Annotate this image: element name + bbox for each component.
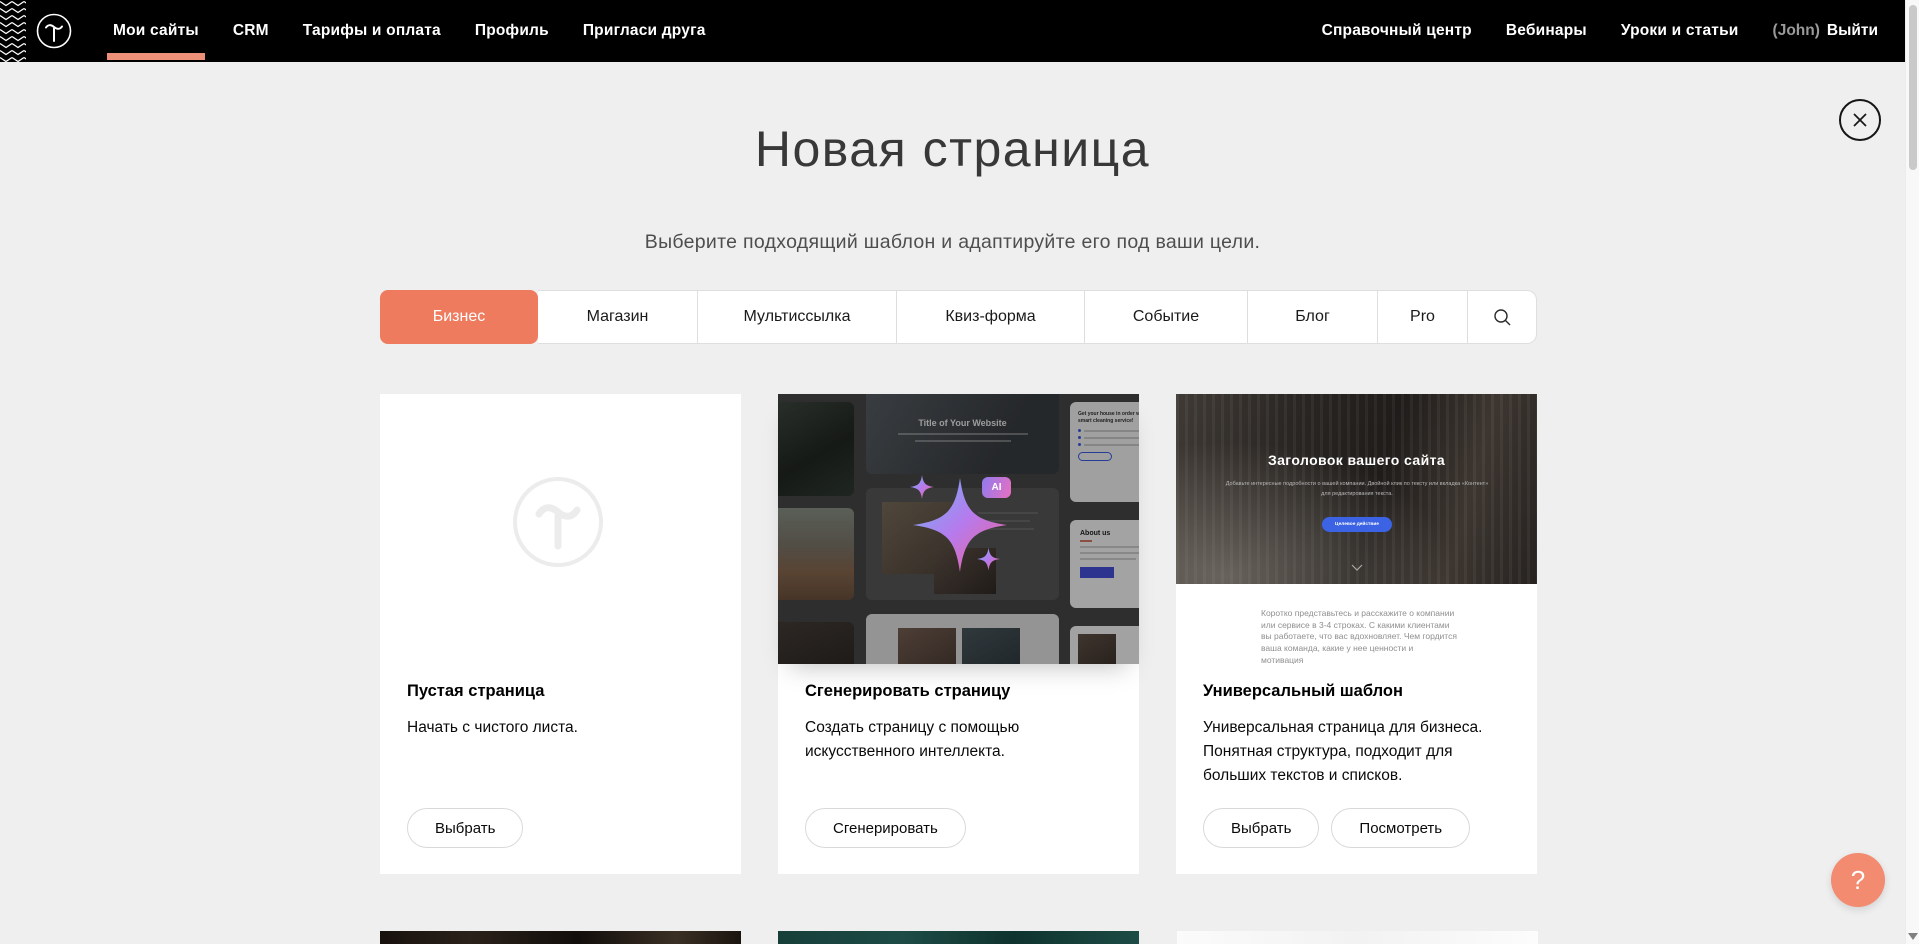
tab-pro[interactable]: Pro <box>1378 290 1468 344</box>
logout-label: Выйти <box>1827 22 1878 40</box>
card-description: Универсальная страница для бизнеса. Поня… <box>1203 716 1503 788</box>
nav-item-profile[interactable]: Профиль <box>475 0 549 62</box>
nav-item-invite-friend[interactable]: Пригласи друга <box>583 0 706 62</box>
page-scrollbar[interactable] <box>1905 0 1919 944</box>
next-row-card-thumbnail[interactable] <box>380 931 741 944</box>
zigzag-pattern-icon <box>0 0 26 62</box>
navbar-right-menu: Справочный центр Вебинары Уроки и статьи… <box>1322 22 1878 40</box>
nav-item-label: Тарифы и оплата <box>303 22 441 40</box>
template-hero-image: Заголовок вашего сайта Добавьте интересн… <box>1176 394 1537 584</box>
tab-business[interactable]: Бизнес <box>380 290 538 344</box>
search-icon <box>1493 308 1512 327</box>
template-hero-subtitle: Добавьте интересные подробности о вашей … <box>1222 480 1492 499</box>
nav-item-my-sites[interactable]: Мои сайты <box>113 0 199 62</box>
scrollbar-down-arrow-icon[interactable] <box>1908 933 1918 940</box>
card-title: Сгенерировать страницу <box>805 682 1010 701</box>
nav-item-label: Профиль <box>475 22 549 40</box>
tab-label: Pro <box>1410 308 1435 326</box>
generate-button[interactable]: Сгенерировать <box>805 808 966 848</box>
chevron-down-icon <box>1351 564 1363 571</box>
tab-quiz-form[interactable]: Квиз-форма <box>897 290 1085 344</box>
template-cta-button: Целевое действие <box>1322 517 1392 532</box>
card-blank-page[interactable]: Пустая страница Начать с чистого листа. … <box>380 394 741 874</box>
nav-item-label: Пригласи друга <box>583 22 706 40</box>
template-hero-title: Заголовок вашего сайта <box>1176 452 1537 468</box>
card-actions: Выбрать <box>407 808 523 848</box>
nav-item-label: CRM <box>233 22 269 40</box>
nav-item-webinars[interactable]: Вебинары <box>1506 22 1587 40</box>
choose-blank-button[interactable]: Выбрать <box>407 808 523 848</box>
user-name: (John) <box>1773 22 1820 40</box>
card-description: Создать страницу с помощью искусственног… <box>805 716 1055 764</box>
ai-collage-thumbnail: Title of Your Website Get your house <box>778 394 1139 664</box>
nav-item-crm[interactable]: CRM <box>233 0 269 62</box>
choose-template-button[interactable]: Выбрать <box>1203 808 1319 848</box>
card-actions: Выбрать Посмотреть <box>1203 808 1470 848</box>
tab-label: Магазин <box>587 308 649 326</box>
card-description: Начать с чистого листа. <box>407 716 707 740</box>
template-category-tabs: Бизнес Магазин Мультиссылка Квиз-форма С… <box>380 290 1537 344</box>
tilda-logo-icon[interactable] <box>35 12 73 50</box>
ai-badge: AI <box>982 477 1011 498</box>
tab-shop[interactable]: Магазин <box>538 290 698 344</box>
nav-item-lessons[interactable]: Уроки и статьи <box>1621 22 1739 40</box>
template-body-text: Коротко представьтесь и расскажите о ком… <box>1261 608 1457 664</box>
card-ai-generate[interactable]: Title of Your Website Get your house <box>778 394 1139 874</box>
universal-template-thumbnail: Заголовок вашего сайта Добавьте интересн… <box>1176 394 1537 664</box>
template-cards-row: Пустая страница Начать с чистого листа. … <box>380 394 1537 874</box>
page-subtitle: Выберите подходящий шаблон и адаптируйте… <box>0 231 1905 254</box>
navbar-left-menu: Мои сайты CRM Тарифы и оплата Профиль Пр… <box>113 0 706 62</box>
top-navbar: Мои сайты CRM Тарифы и оплата Профиль Пр… <box>0 0 1905 62</box>
logout-button[interactable]: (John) Выйти <box>1773 22 1878 40</box>
card-title: Универсальный шаблон <box>1203 682 1403 701</box>
page-title: Новая страница <box>0 120 1905 178</box>
next-row-card-thumbnail[interactable] <box>1177 931 1538 944</box>
card-actions: Сгенерировать <box>805 808 966 848</box>
preview-template-button[interactable]: Посмотреть <box>1331 808 1470 848</box>
help-button[interactable]: ? <box>1831 853 1885 907</box>
ai-sparkle-small-icon <box>977 547 1000 571</box>
nav-item-help-center[interactable]: Справочный центр <box>1322 22 1472 40</box>
tab-label: Квиз-форма <box>945 308 1035 326</box>
nav-item-label: Уроки и статьи <box>1621 22 1739 40</box>
nav-item-label: Вебинары <box>1506 22 1587 40</box>
card-universal-template[interactable]: Заголовок вашего сайта Добавьте интересн… <box>1176 394 1537 874</box>
nav-item-label: Мои сайты <box>113 22 199 40</box>
scrollbar-thumb[interactable] <box>1909 5 1917 170</box>
nav-item-tariffs[interactable]: Тарифы и оплата <box>303 0 441 62</box>
tab-label: Блог <box>1295 308 1330 326</box>
tab-label: Событие <box>1133 308 1199 326</box>
tab-event[interactable]: Событие <box>1085 290 1248 344</box>
tab-multilink[interactable]: Мультиссылка <box>698 290 897 344</box>
tab-label: Бизнес <box>433 308 486 326</box>
ai-sparkle-small-icon <box>910 474 934 500</box>
tab-blog[interactable]: Блог <box>1248 290 1378 344</box>
new-page-screen: Мои сайты CRM Тарифы и оплата Профиль Пр… <box>0 0 1919 944</box>
tilda-watermark-icon <box>512 476 604 568</box>
nav-item-label: Справочный центр <box>1322 22 1472 40</box>
tab-label: Мультиссылка <box>744 308 851 326</box>
tab-search[interactable] <box>1468 290 1537 344</box>
card-title: Пустая страница <box>407 682 544 701</box>
next-row-card-thumbnail[interactable] <box>778 931 1139 944</box>
help-question-icon: ? <box>1851 865 1865 896</box>
